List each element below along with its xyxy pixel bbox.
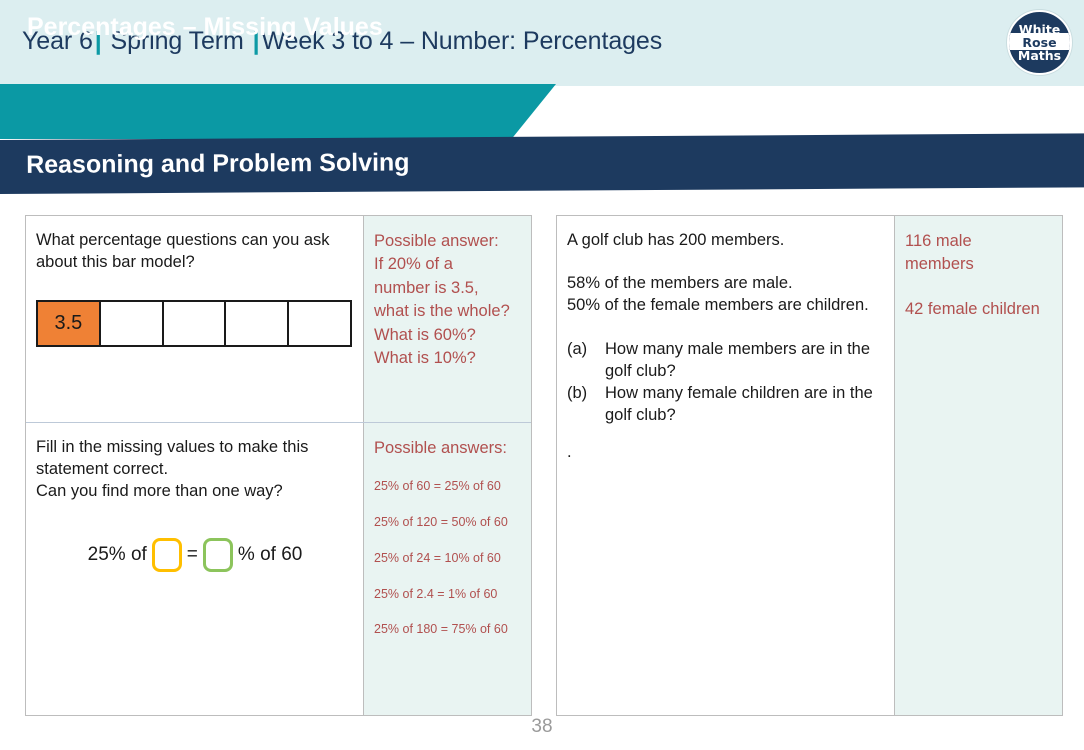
question-text-line-3: Can you find more than one way? — [36, 481, 283, 500]
answer-line: What is 60%? — [374, 325, 476, 344]
section-title-banner: Reasoning and Problem Solving — [0, 133, 1084, 194]
logo-line-white: White — [1018, 21, 1061, 37]
answer-spacer — [905, 277, 1054, 298]
right-question-table: A golf club has 200 members. 58% of the … — [556, 215, 1063, 716]
question-text-line-2: about this bar model? — [36, 252, 195, 271]
answer-cell-missing-values: Possible answers: 25% of 60 = 25% of 60 … — [364, 423, 531, 715]
answer-line: 25% of 180 = 75% of 60 — [374, 622, 508, 637]
table-row: Fill in the missing values to make this … — [26, 422, 531, 715]
table-row: A golf club has 200 members. 58% of the … — [557, 216, 1062, 715]
answer-cell-golf-club: 116 male members 42 female children — [895, 216, 1062, 715]
answer-heading: Possible answers: — [374, 439, 507, 457]
logo-line-maths: Maths — [1017, 48, 1062, 64]
equation-prefix: 25% of — [87, 544, 147, 566]
question-cell-bar-model: What percentage questions can you ask ab… — [26, 216, 364, 422]
answer-heading: Possible answer: — [374, 232, 499, 250]
question-cell-golf-club: A golf club has 200 members. 58% of the … — [557, 216, 895, 715]
answer-line: 116 male — [905, 232, 972, 250]
question-cell-missing-values: Fill in the missing values to make this … — [26, 423, 364, 715]
sub-question-a-label: (a) — [567, 340, 588, 359]
lesson-title: Percentages – Missing Values — [27, 13, 383, 41]
bar-model-cell-4 — [226, 302, 290, 345]
answer-box-yellow[interactable] — [151, 538, 182, 572]
left-question-table: What percentage questions can you ask ab… — [25, 215, 532, 716]
answer-box-green[interactable] — [202, 538, 233, 572]
answer-line: what is the whole? — [374, 302, 510, 321]
bar-model-diagram: 3.5 — [36, 300, 352, 347]
answer-line: 25% of 60 = 25% of 60 — [374, 479, 501, 494]
question-text-line-1: What percentage questions can you ask — [36, 231, 330, 249]
sub-question-b-label: (b) — [567, 383, 588, 402]
sub-question-a: (a) How many male members are in the gol… — [567, 339, 880, 383]
answer-line: number is 3.5, — [374, 278, 479, 297]
table-row: What percentage questions can you ask ab… — [26, 216, 531, 422]
answer-line: 25% of 24 = 10% of 60 — [374, 550, 501, 565]
question-text-line-2: 58% of the members are male. — [567, 273, 793, 292]
question-text-line-3: 50% of the female members are children. — [567, 295, 869, 314]
answer-line: If 20% of a — [374, 255, 453, 274]
white-rose-maths-logo: White Rose Maths — [1007, 10, 1072, 75]
section-title: Reasoning and Problem Solving — [26, 148, 410, 179]
bar-model-cell-2 — [100, 302, 164, 345]
answer-cell-bar-model: Possible answer: If 20% of a number is 3… — [364, 216, 531, 422]
answer-line: 25% of 120 = 50% of 60 — [374, 515, 508, 530]
sub-question-a-text: How many male members are in the golf cl… — [605, 340, 871, 381]
logo-line-rose: Rose — [1022, 34, 1057, 50]
answer-line: 42 female children — [905, 299, 1040, 318]
bar-model-cell-5 — [289, 302, 350, 345]
bar-model-cell-1: 3.5 — [38, 302, 101, 345]
sub-question-b-text: How many female children are in the golf… — [605, 383, 873, 424]
question-text-line-1: A golf club has 200 members. — [567, 231, 785, 249]
answer-line: members — [905, 255, 974, 274]
trailing-mark: . — [567, 443, 572, 462]
question-spacer — [567, 252, 880, 273]
lesson-title-banner — [0, 84, 556, 139]
question-text-line-1: Fill in the missing values to make this — [36, 438, 309, 456]
answer-line: What is 10%? — [374, 349, 476, 368]
equation-equals: = — [186, 544, 198, 566]
equation-suffix: % of 60 — [237, 544, 303, 566]
page-number: 38 — [531, 716, 553, 737]
bar-model-cell-3 — [163, 302, 227, 345]
missing-value-equation: 25% of = % of 60 — [26, 538, 363, 572]
sub-question-b: (b) How many female children are in the … — [567, 383, 880, 427]
answer-line: 25% of 2.4 = 1% of 60 — [374, 586, 498, 601]
logo-text: White Rose Maths — [1009, 12, 1070, 73]
question-spacer — [567, 316, 880, 337]
question-text-line-2: statement correct. — [36, 459, 169, 478]
